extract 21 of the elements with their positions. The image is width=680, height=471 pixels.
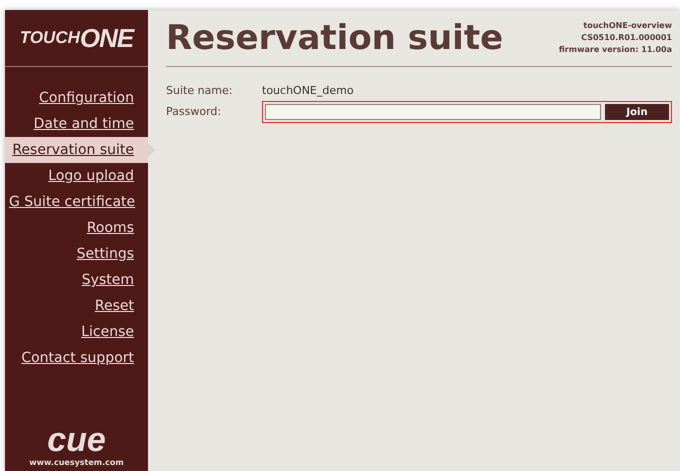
menu-item[interactable]: Date and time bbox=[5, 111, 148, 137]
field-label: Suite name: bbox=[166, 82, 234, 99]
website-url: www.cuesystem.com bbox=[29, 457, 124, 469]
suite-name-value: touchONE_demo bbox=[262, 82, 354, 99]
menu-item[interactable]: Logo upload bbox=[5, 163, 148, 189]
password-field[interactable] bbox=[265, 104, 601, 120]
device-info: touchONE-overview bbox=[582, 20, 672, 32]
menu-item[interactable]: Configuration bbox=[5, 85, 148, 111]
menu-item[interactable]: System bbox=[5, 267, 148, 293]
menu-item[interactable]: Settings bbox=[5, 241, 148, 267]
cue-logo: cue bbox=[47, 423, 106, 457]
field-label: Password: bbox=[166, 104, 222, 120]
menu-item[interactable]: License bbox=[5, 319, 148, 345]
join-button[interactable]: Join bbox=[605, 104, 669, 120]
menu-item[interactable]: Rooms bbox=[5, 215, 148, 241]
device-info: CS0510.R01.000001 bbox=[580, 32, 672, 44]
page-title: Reservation suite bbox=[166, 18, 504, 58]
menu-item[interactable]: Reset bbox=[5, 293, 148, 319]
menu-item[interactable]: Contact support bbox=[5, 345, 148, 371]
menu-item[interactable]: G Suite certificate bbox=[5, 189, 148, 215]
device-info: firmware version: 11.00a bbox=[558, 44, 672, 56]
